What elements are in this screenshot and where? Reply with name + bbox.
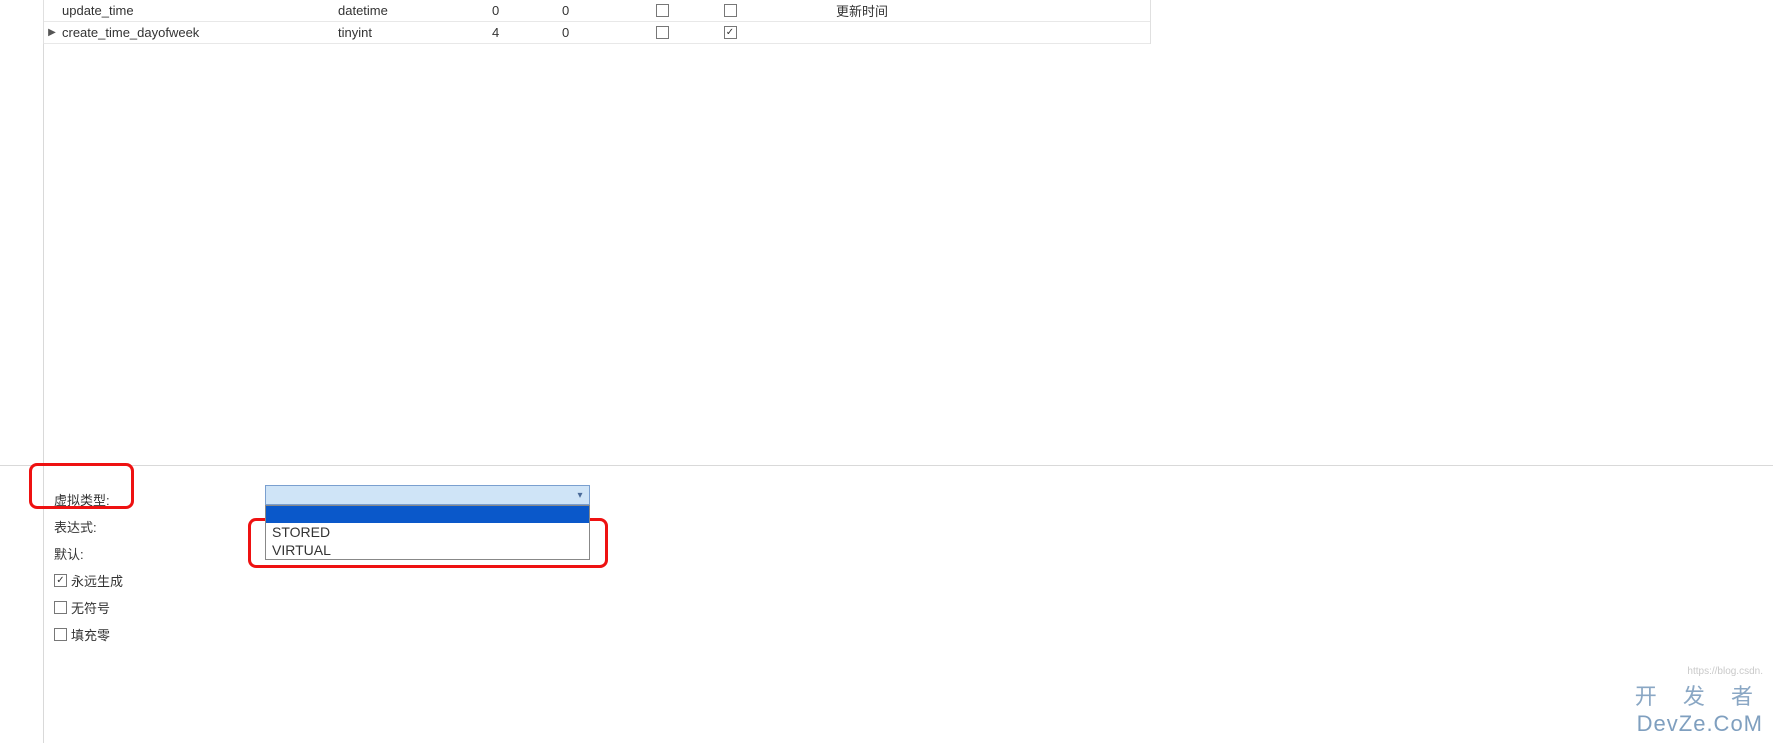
cell-virtual[interactable] bbox=[696, 4, 764, 17]
cell-type[interactable]: tinyint bbox=[338, 25, 488, 40]
row-indicator-current: ▶ bbox=[44, 27, 60, 38]
cell-comment[interactable]: 更新时间 bbox=[832, 1, 1150, 20]
table-row[interactable]: ▶ create_time_dayofweek tinyint 4 0 bbox=[44, 22, 1150, 44]
checkbox-icon[interactable] bbox=[54, 574, 67, 587]
virtual-type-label: 虚拟类型: bbox=[54, 490, 266, 509]
zerofill-label: 填充零 bbox=[71, 625, 110, 644]
default-label: 默认: bbox=[54, 544, 266, 563]
column-properties-panel: 虚拟类型: 表达式: 默认: 永远生成 无符号 填充零 bbox=[54, 486, 266, 648]
cell-virtual[interactable] bbox=[696, 26, 764, 39]
unsigned-label: 无符号 bbox=[71, 598, 110, 617]
watermark-line1: 开 发 者 bbox=[1635, 679, 1763, 711]
cell-notnull[interactable] bbox=[628, 4, 696, 17]
checkbox-icon[interactable] bbox=[656, 4, 669, 17]
watermark-url: https://blog.csdn. bbox=[1635, 666, 1763, 677]
pane-divider[interactable] bbox=[0, 465, 1773, 466]
dropdown-option-blank[interactable] bbox=[266, 506, 589, 523]
virtual-type-dropdown[interactable]: STORED VIRTUAL bbox=[265, 505, 590, 560]
chevron-down-icon[interactable]: ▾ bbox=[571, 486, 589, 504]
cell-decimals[interactable]: 0 bbox=[558, 25, 628, 40]
always-generate-label: 永远生成 bbox=[71, 571, 123, 590]
cell-name[interactable]: update_time bbox=[60, 3, 338, 18]
cell-decimals[interactable]: 0 bbox=[558, 3, 628, 18]
dropdown-option-stored[interactable]: STORED bbox=[266, 523, 589, 541]
checkbox-icon[interactable] bbox=[54, 601, 67, 614]
virtual-type-value[interactable] bbox=[266, 486, 571, 504]
checkbox-icon[interactable] bbox=[724, 26, 737, 39]
checkbox-icon[interactable] bbox=[54, 628, 67, 641]
table-row[interactable]: update_time datetime 0 0 更新时间 bbox=[44, 0, 1150, 22]
checkbox-icon[interactable] bbox=[656, 26, 669, 39]
zerofill-option[interactable]: 填充零 bbox=[54, 625, 266, 644]
expression-label: 表达式: bbox=[54, 517, 266, 536]
cell-length[interactable]: 4 bbox=[488, 25, 558, 40]
columns-table: update_time datetime 0 0 更新时间 ▶ create_t… bbox=[43, 0, 1151, 44]
always-generate-option[interactable]: 永远生成 bbox=[54, 571, 266, 590]
cell-type[interactable]: datetime bbox=[338, 3, 488, 18]
virtual-type-select[interactable]: ▾ bbox=[265, 485, 590, 505]
cell-length[interactable]: 0 bbox=[488, 3, 558, 18]
watermark: https://blog.csdn. 开 发 者 DevZe.CoM bbox=[1635, 666, 1763, 737]
checkbox-icon[interactable] bbox=[724, 4, 737, 17]
cell-name[interactable]: create_time_dayofweek bbox=[60, 25, 338, 40]
dropdown-option-virtual[interactable]: VIRTUAL bbox=[266, 541, 589, 559]
cell-notnull[interactable] bbox=[628, 26, 696, 39]
unsigned-option[interactable]: 无符号 bbox=[54, 598, 266, 617]
watermark-line2: DevZe.CoM bbox=[1635, 711, 1763, 737]
